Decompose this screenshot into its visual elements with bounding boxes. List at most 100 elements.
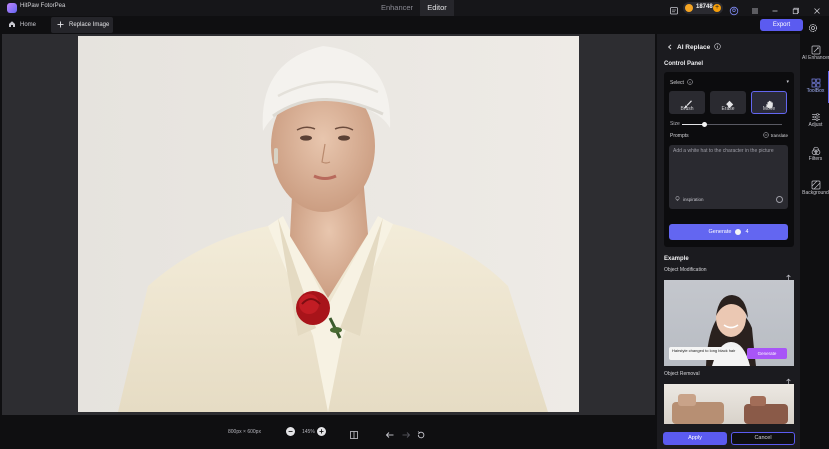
redo-icon[interactable]: [401, 427, 411, 438]
back-icon[interactable]: [667, 43, 673, 52]
rail-label-adjust: Adjust: [808, 122, 823, 128]
select-label: Select: [670, 80, 684, 86]
ai-enhance-icon: [811, 42, 821, 55]
hand-icon: [765, 96, 775, 109]
collapse-arrow-icon[interactable]: [785, 268, 792, 280]
example-label-modification: Object Modification: [664, 267, 707, 273]
rail-label-ai-enhancer: AI Enhancer: [802, 55, 829, 61]
control-panel: Select ▾ Brush Erase Move Size Prompts t…: [664, 72, 794, 247]
canvas-footer: 800px × 600px − 145% +: [2, 415, 655, 449]
image-dimensions: 800px × 600px: [228, 429, 261, 435]
plus-icon: [57, 21, 64, 30]
tab-enhancer[interactable]: Enhancer: [374, 0, 420, 16]
toolbox-icon: [811, 75, 821, 88]
select-section[interactable]: Select: [670, 79, 693, 87]
ai-replace-panel: AI Replace Control Panel Select ▾ Brush …: [657, 34, 800, 449]
coin-icon: [685, 4, 693, 12]
info-icon[interactable]: [714, 43, 721, 52]
add-credits-icon[interactable]: +: [713, 4, 721, 12]
tab-editor[interactable]: Editor: [420, 0, 454, 16]
zoom-in-button[interactable]: +: [317, 427, 326, 436]
brush-icon: [683, 96, 693, 109]
rail-item-background[interactable]: Background: [802, 173, 829, 205]
home-icon: [8, 20, 16, 30]
filters-icon: [811, 143, 821, 155]
credits-badge[interactable]: 18748 +: [683, 2, 723, 14]
move-label: Move: [762, 106, 776, 112]
home-label: Home: [20, 22, 37, 28]
size-slider-handle[interactable]: [701, 122, 707, 127]
size-label: Size: [670, 121, 680, 127]
rail-item-toolbox[interactable]: ToolBox: [802, 71, 829, 103]
rail-label-background: Background: [802, 190, 829, 196]
inspiration-label: inspiration: [683, 197, 704, 202]
example-label-removal: Object Removal: [664, 371, 700, 377]
eraser-icon: [724, 96, 734, 109]
translate-icon: [762, 132, 769, 139]
move-tool-button[interactable]: Move: [751, 91, 787, 114]
credit-coin-icon: [735, 229, 742, 235]
app-name: HitPaw FotorPea: [20, 3, 66, 9]
size-slider-fill: [682, 124, 704, 125]
brush-tool-button[interactable]: Brush: [669, 91, 705, 114]
generate-cost: 4: [745, 229, 749, 235]
rail-item-ai-enhancer[interactable]: AI Enhancer: [802, 38, 829, 70]
close-icon[interactable]: [812, 3, 822, 14]
lightbulb-icon: [675, 196, 680, 203]
account-icon[interactable]: [729, 3, 739, 16]
generate-button[interactable]: Generate 4: [669, 224, 788, 240]
collapse-arrow-icon-2[interactable]: [785, 372, 792, 384]
zoom-out-button[interactable]: −: [286, 427, 295, 436]
menu-icon[interactable]: [750, 3, 760, 14]
chevron-down-icon[interactable]: ▾: [786, 79, 789, 85]
example-image-modification: Hairstyle changed to long black hair Gen…: [664, 280, 794, 366]
panel-header: AI Replace: [667, 43, 721, 52]
tab-replace-image[interactable]: Replace Image: [51, 17, 113, 33]
prompt-placeholder: Add a white hat to the character in the …: [673, 148, 774, 154]
control-panel-title: Control Panel: [664, 61, 704, 67]
sub-bar: Home Replace Image Export: [0, 16, 829, 34]
background-icon: [811, 177, 821, 190]
inspiration-button[interactable]: inspiration: [675, 196, 704, 203]
app-window: HitPaw FotorPea Enhancer Editor 18748 +: [0, 0, 829, 449]
adjust-icon: [811, 109, 821, 121]
export-button[interactable]: Export: [760, 19, 803, 31]
rail-item-adjust[interactable]: Adjust: [802, 105, 829, 137]
apply-button[interactable]: Apply: [663, 432, 727, 445]
app-logo-icon: [7, 3, 17, 13]
compare-icon[interactable]: [349, 427, 359, 439]
size-slider[interactable]: [682, 122, 782, 127]
rail-label-toolbox: ToolBox: [806, 88, 825, 94]
canvas-area[interactable]: [2, 34, 655, 415]
title-bar: HitPaw FotorPea Enhancer Editor 18748 +: [0, 0, 829, 16]
message-icon[interactable]: [669, 3, 679, 15]
example-image-removal: [664, 384, 794, 424]
example-title: Example: [664, 256, 689, 262]
prompt-textarea[interactable]: Add a white hat to the character in the …: [669, 145, 788, 209]
panel-title: AI Replace: [677, 44, 711, 51]
translate-label: translate: [770, 133, 788, 138]
example-generate-badge: Generate: [747, 348, 787, 359]
example-caption: Hairstyle changed to long black hair: [669, 347, 740, 360]
reset-icon[interactable]: [416, 427, 426, 439]
replace-tab-label: Replace Image: [69, 22, 110, 28]
gear-icon[interactable]: [808, 20, 818, 33]
translate-toggle[interactable]: translate: [762, 132, 788, 139]
generate-label: Generate: [708, 229, 732, 235]
rail-label-filters: Filters: [808, 156, 823, 162]
cancel-button[interactable]: Cancel: [731, 432, 795, 445]
undo-icon[interactable]: [385, 427, 395, 438]
prompts-label: Prompts: [670, 133, 689, 139]
minimize-icon[interactable]: [770, 3, 780, 13]
rail-item-filters[interactable]: Filters: [802, 139, 829, 171]
erase-tool-button[interactable]: Erase: [710, 91, 746, 114]
prompt-action-icon[interactable]: [776, 196, 783, 203]
erase-label: Erase: [721, 106, 735, 112]
home-button[interactable]: Home: [8, 19, 36, 31]
brush-label: Brush: [680, 106, 694, 112]
restore-icon[interactable]: [791, 3, 801, 15]
edited-photo[interactable]: [78, 36, 579, 412]
select-info-icon[interactable]: [687, 79, 693, 87]
tool-rail: AI Enhancer ToolBox Adjust Filters Backg…: [802, 34, 829, 449]
zoom-level: 145%: [302, 429, 315, 435]
